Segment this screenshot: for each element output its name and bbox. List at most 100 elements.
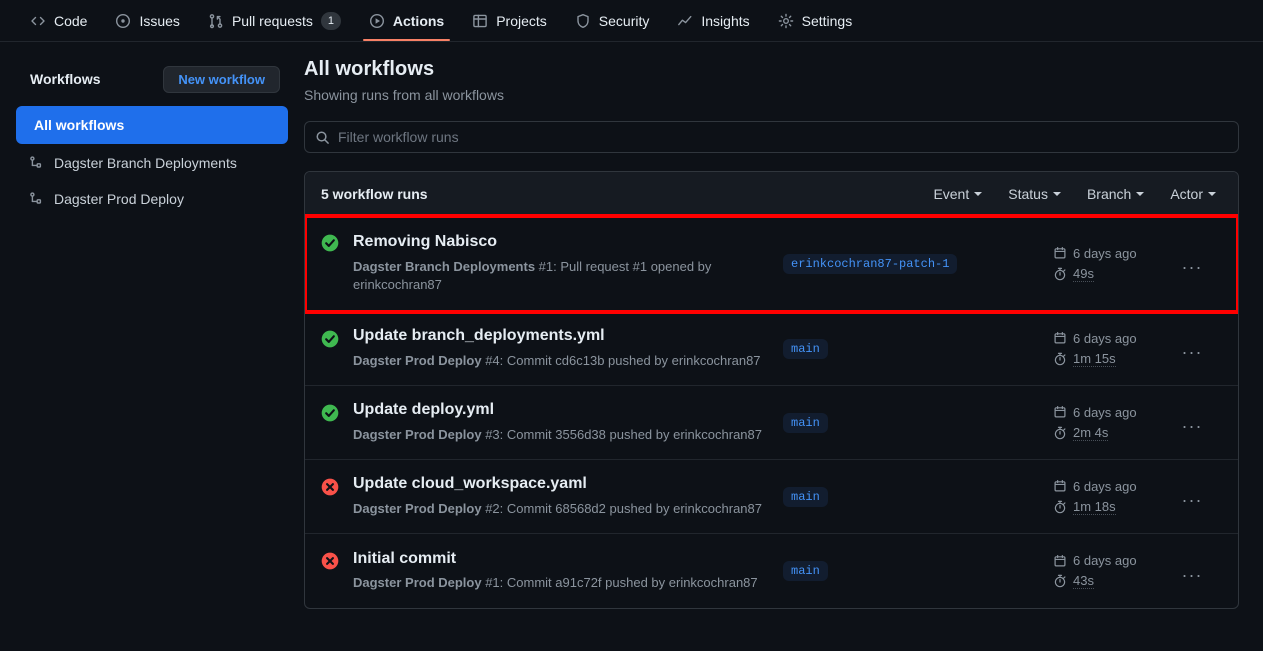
run-workflow-name: Dagster Branch Deployments bbox=[353, 258, 536, 274]
nav-tab-label: Pull requests bbox=[231, 12, 313, 29]
success-icon bbox=[321, 404, 339, 422]
run-timestamp: 6 days ago bbox=[1053, 246, 1163, 261]
filter-label: Status bbox=[1008, 185, 1048, 202]
run-time-ago: 6 days ago bbox=[1073, 404, 1137, 420]
run-description: Dagster Prod Deploy #4: Commit cd6c13b p… bbox=[353, 352, 783, 371]
calendar-icon bbox=[1053, 554, 1067, 568]
run-title[interactable]: Initial commit bbox=[353, 549, 783, 570]
run-timestamp: 6 days ago bbox=[1053, 331, 1163, 346]
run-options-kebab-button[interactable]: ... bbox=[1163, 253, 1203, 274]
branch-badge[interactable]: main bbox=[783, 412, 828, 433]
search-input[interactable] bbox=[338, 129, 1228, 145]
stopwatch-icon bbox=[1053, 352, 1067, 366]
calendar-icon bbox=[1053, 246, 1067, 260]
success-icon bbox=[321, 330, 339, 348]
new-workflow-button[interactable]: New workflow bbox=[163, 65, 280, 93]
run-options-kebab-button[interactable]: ... bbox=[1163, 338, 1203, 359]
sidebar-item-all-workflows[interactable]: All workflows bbox=[16, 106, 288, 144]
run-description: Dagster Branch Deployments #1: Pull requ… bbox=[353, 258, 783, 296]
nav-tab-settings[interactable]: Settings bbox=[764, 0, 867, 41]
nav-tab-label: Security bbox=[598, 12, 650, 29]
graph-icon bbox=[677, 13, 693, 29]
workflow-run-row[interactable]: Update cloud_workspace.yaml Dagster Prod… bbox=[305, 460, 1238, 534]
run-duration-line: 2m 4s bbox=[1053, 425, 1163, 441]
run-time-ago: 6 days ago bbox=[1073, 553, 1137, 568]
filter-actor[interactable]: Actor bbox=[1170, 186, 1216, 202]
nav-tab-security[interactable]: Security bbox=[561, 0, 664, 41]
workflow-run-row[interactable]: Update deploy.yml Dagster Prod Deploy #3… bbox=[305, 386, 1238, 460]
failure-icon bbox=[321, 478, 339, 496]
nav-tab-label: Projects bbox=[496, 12, 547, 29]
workflow-list: All workflows Dagster Branch Deployments… bbox=[16, 106, 288, 216]
run-description: Dagster Prod Deploy #2: Commit 68568d2 p… bbox=[353, 500, 783, 519]
branch-badge[interactable]: main bbox=[783, 486, 828, 507]
run-title[interactable]: Update cloud_workspace.yaml bbox=[353, 474, 783, 495]
play-icon bbox=[369, 13, 385, 29]
branch-badge[interactable]: main bbox=[783, 338, 828, 359]
filter-label: Event bbox=[933, 185, 970, 202]
filter-status[interactable]: Status bbox=[1008, 186, 1061, 202]
run-title[interactable]: Update deploy.yml bbox=[353, 400, 783, 421]
nav-tab-label: Insights bbox=[701, 12, 750, 29]
repo-nav: Code Issues Pull requests 1 Actions Proj… bbox=[0, 0, 1263, 42]
nav-tab-actions[interactable]: Actions bbox=[355, 0, 458, 41]
run-duration-line: 1m 18s bbox=[1053, 499, 1163, 515]
filter-branch[interactable]: Branch bbox=[1086, 185, 1145, 202]
run-detail: #1: Commit a91c72f pushed by erinkcochra… bbox=[481, 575, 758, 591]
run-detail: #4: Commit cd6c13b pushed by erinkcochra… bbox=[481, 352, 761, 368]
run-options-kebab-button[interactable]: ... bbox=[1163, 412, 1203, 433]
code-icon bbox=[30, 13, 46, 29]
stopwatch-icon bbox=[1053, 500, 1067, 514]
run-title[interactable]: Update branch_deployments.yml bbox=[353, 326, 783, 347]
filter-event[interactable]: Event bbox=[933, 185, 983, 202]
shield-icon bbox=[575, 13, 591, 29]
nav-tab-label: Settings bbox=[801, 12, 853, 29]
workflow-run-row[interactable]: Update branch_deployments.yml Dagster Pr… bbox=[305, 312, 1238, 386]
run-meta: 6 days ago 49s bbox=[1053, 246, 1163, 282]
run-time-ago: 6 days ago bbox=[1073, 478, 1137, 494]
workflow-run-row[interactable]: Initial commit Dagster Prod Deploy #1: C… bbox=[305, 534, 1238, 608]
filter-label: Branch bbox=[1086, 185, 1132, 202]
sidebar-item-label: Dagster Branch Deployments bbox=[54, 155, 237, 171]
runs-list: Removing Nabisco Dagster Branch Deployme… bbox=[305, 214, 1238, 608]
run-time-ago: 6 days ago bbox=[1073, 245, 1137, 261]
run-description: Dagster Prod Deploy #1: Commit a91c72f p… bbox=[353, 574, 783, 593]
workflow-run-row[interactable]: Removing Nabisco Dagster Branch Deployme… bbox=[305, 214, 1238, 314]
nav-tab-label: Actions bbox=[392, 12, 445, 29]
run-main: Update deploy.yml Dagster Prod Deploy #3… bbox=[353, 400, 783, 445]
workflows-sidebar: Workflows New workflow All workflows Dag… bbox=[16, 58, 288, 651]
run-duration-line: 1m 15s bbox=[1053, 351, 1163, 367]
sidebar-item-dagster-branch-deployments[interactable]: Dagster Branch Deployments bbox=[16, 146, 288, 180]
table-icon bbox=[472, 13, 488, 29]
branch-badge[interactable]: erinkcochran87-patch-1 bbox=[783, 253, 958, 274]
runs-filters: Event Status Branch Actor bbox=[933, 186, 1222, 202]
run-timestamp: 6 days ago bbox=[1053, 479, 1163, 494]
run-branch: main bbox=[783, 486, 1053, 507]
calendar-icon bbox=[1053, 331, 1067, 345]
branch-badge[interactable]: main bbox=[783, 561, 828, 581]
run-meta: 6 days ago 1m 15s bbox=[1053, 331, 1163, 367]
nav-tab-insights[interactable]: Insights bbox=[663, 0, 763, 41]
run-branch: main bbox=[783, 412, 1053, 433]
nav-tab-issues[interactable]: Issues bbox=[101, 0, 193, 41]
runs-table-header: 5 workflow runs Event Status Branch Acto… bbox=[305, 172, 1238, 216]
nav-tab-pull-requests[interactable]: Pull requests 1 bbox=[194, 0, 355, 41]
sidebar-item-dagster-prod-deploy[interactable]: Dagster Prod Deploy bbox=[16, 182, 288, 216]
calendar-icon bbox=[1053, 479, 1067, 493]
run-main: Initial commit Dagster Prod Deploy #1: C… bbox=[353, 549, 783, 594]
filter-runs-search[interactable] bbox=[304, 121, 1239, 153]
run-workflow-name: Dagster Prod Deploy bbox=[353, 426, 482, 442]
stopwatch-icon bbox=[1053, 574, 1067, 588]
run-detail: #2: Commit 68568d2 pushed by erinkcochra… bbox=[481, 500, 762, 516]
run-detail: #3: Commit 3556d38 pushed by erinkcochra… bbox=[481, 426, 762, 442]
nav-tab-projects[interactable]: Projects bbox=[458, 0, 561, 41]
run-options-kebab-button[interactable]: ... bbox=[1163, 486, 1203, 507]
page-subtitle: Showing runs from all workflows bbox=[304, 87, 504, 103]
run-branch: main bbox=[783, 561, 1053, 581]
sidebar-header: Workflows New workflow bbox=[16, 64, 288, 94]
git-pull-request-icon bbox=[208, 13, 224, 29]
sidebar-item-label: Dagster Prod Deploy bbox=[54, 191, 184, 207]
nav-tab-code[interactable]: Code bbox=[16, 0, 101, 41]
run-title[interactable]: Removing Nabisco bbox=[353, 232, 783, 253]
run-options-kebab-button[interactable]: ... bbox=[1163, 561, 1203, 582]
